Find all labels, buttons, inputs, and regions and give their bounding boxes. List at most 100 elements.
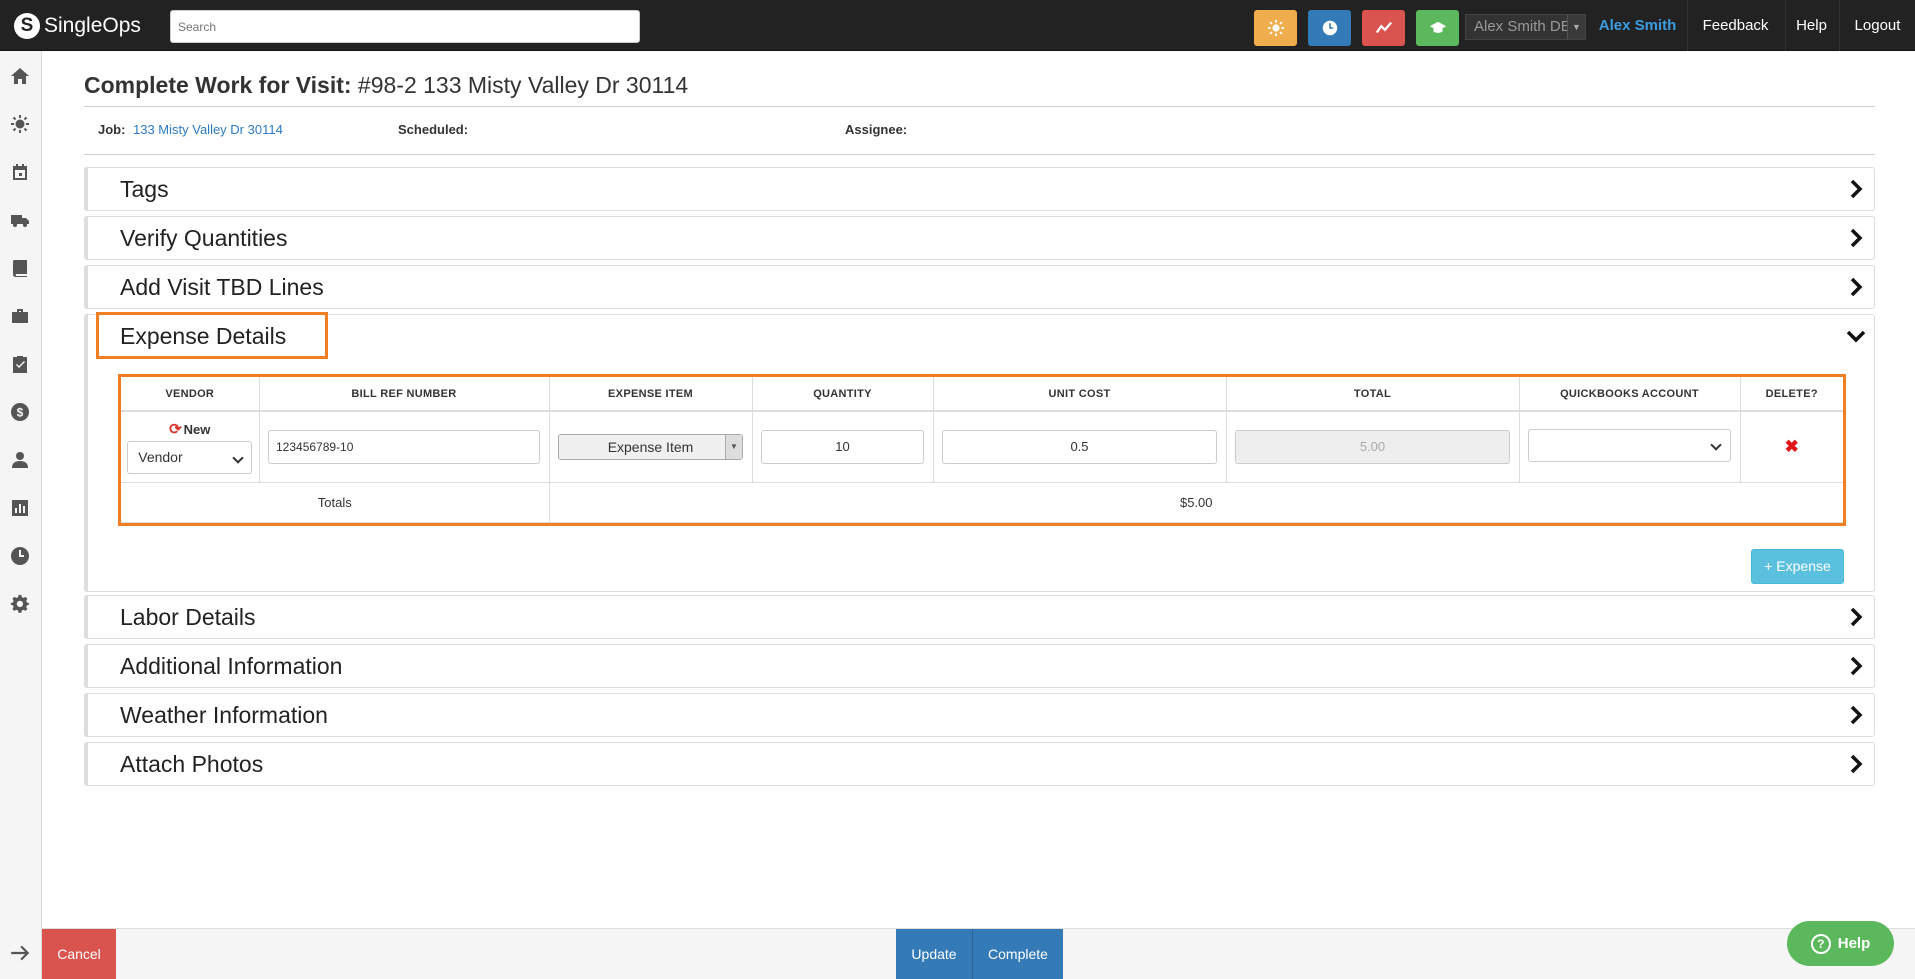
chevron-right-icon — [1850, 228, 1863, 248]
sun-icon[interactable] — [9, 113, 31, 135]
scheduled-label: Scheduled: — [398, 122, 469, 137]
book-icon[interactable] — [9, 257, 31, 279]
chevron-right-icon — [1850, 607, 1863, 627]
col-vendor: VENDOR — [121, 377, 260, 412]
panel-title: Add Visit TBD Lines — [120, 274, 324, 300]
singleops-logo-icon: S — [14, 13, 40, 39]
panel-weather-information[interactable]: Weather Information — [84, 693, 1875, 737]
bill-ref-input[interactable]: 123456789-10 — [268, 430, 540, 464]
clipboard-check-icon[interactable] — [9, 353, 31, 375]
unit-cost-cell: 0.5 — [933, 411, 1227, 483]
chevron-right-icon — [1850, 277, 1863, 297]
col-unit-cost: UNIT COST — [933, 377, 1227, 412]
chevron-right-icon — [1850, 705, 1863, 725]
expense-item-value: Expense Item — [607, 439, 694, 455]
delete-cell: ✖ — [1740, 411, 1843, 483]
refresh-icon: ⟳ — [169, 421, 182, 438]
panel-title: Weather Information — [120, 702, 328, 728]
unit-cost-input[interactable]: 0.5 — [942, 430, 1217, 464]
col-total: TOTAL — [1226, 377, 1520, 412]
app-name: SingleOps — [44, 14, 141, 37]
chevron-down-icon: ▼ — [725, 435, 742, 459]
panel-title: Labor Details — [120, 604, 256, 630]
truck-icon[interactable] — [9, 209, 31, 231]
col-bill-ref: BILL REF NUMBER — [259, 377, 550, 412]
table-row: ⟳ New Vendor 123456789-10 Expense Item ▼ … — [121, 411, 1843, 483]
new-vendor-link[interactable]: ⟳ New — [121, 420, 259, 438]
sun-icon — [1267, 19, 1284, 37]
new-vendor-label: New — [183, 422, 211, 437]
visit-info-row: Job: 133 Misty Valley Dr 30114 Scheduled… — [84, 106, 1875, 155]
col-quantity: QUANTITY — [752, 377, 934, 412]
quickbooks-cell — [1519, 411, 1741, 483]
totals-row: Totals $5.00 — [121, 482, 1843, 523]
calendar-icon[interactable] — [9, 161, 31, 183]
weather-button[interactable] — [1254, 10, 1297, 46]
chevron-right-icon — [1850, 656, 1863, 676]
app-logo[interactable]: S SingleOps — [14, 12, 141, 40]
vendor-select[interactable]: Vendor — [127, 441, 253, 474]
expense-item-cell: Expense Item ▼ — [549, 411, 753, 483]
trend-icon — [1375, 21, 1392, 34]
total-input: 5.00 — [1235, 430, 1510, 464]
action-footer: Cancel Update Complete — [42, 928, 1915, 979]
update-button[interactable]: Update — [896, 929, 973, 979]
panel-labor-details[interactable]: Labor Details — [84, 595, 1875, 639]
dollar-icon[interactable]: $ — [9, 401, 31, 423]
help-widget-button[interactable]: ? Help — [1787, 921, 1894, 966]
delete-icon[interactable]: ✖ — [1785, 437, 1799, 456]
question-icon: ? — [1810, 933, 1831, 954]
svg-text:$: $ — [17, 406, 24, 420]
col-quickbooks-account: QUICKBOOKS ACCOUNT — [1519, 377, 1741, 412]
chevron-down-icon[interactable] — [1846, 326, 1866, 346]
panel-attach-photos[interactable]: Attach Photos — [84, 742, 1875, 786]
graduation-cap-icon — [1429, 21, 1446, 33]
cancel-button[interactable]: Cancel — [42, 929, 116, 979]
top-navbar: S SingleOps Alex Smith DE ▼ Alex Smith F… — [0, 0, 1915, 51]
logout-link[interactable]: Logout — [1839, 0, 1915, 51]
quantity-input[interactable]: 10 — [761, 430, 924, 464]
timesheet-button[interactable] — [1308, 10, 1351, 46]
col-delete: DELETE? — [1740, 377, 1843, 412]
sidebar: $ — [0, 51, 42, 979]
user-icon[interactable] — [9, 449, 31, 471]
job-label: Job: — [98, 122, 126, 137]
panel-title: Tags — [120, 176, 169, 202]
expand-sidebar-icon[interactable] — [9, 942, 31, 964]
briefcase-icon[interactable] — [9, 305, 31, 327]
quantity-cell: 10 — [752, 411, 934, 483]
home-icon[interactable] — [9, 65, 31, 87]
reports-button[interactable] — [1362, 10, 1405, 46]
user-name-link[interactable]: Alex Smith — [1590, 0, 1685, 51]
totals-value: $5.00 — [549, 482, 1843, 523]
panel-additional-information[interactable]: Additional Information — [84, 644, 1875, 688]
bar-chart-icon[interactable] — [9, 497, 31, 519]
panel-title[interactable]: Expense Details — [120, 323, 286, 350]
expense-item-select[interactable]: Expense Item ▼ — [558, 434, 743, 460]
panel-verify-quantities[interactable]: Verify Quantities — [84, 216, 1875, 260]
training-button[interactable] — [1416, 10, 1459, 46]
panel-tags[interactable]: Tags — [84, 167, 1875, 211]
bill-ref-cell: 123456789-10 — [259, 411, 550, 483]
help-link[interactable]: Help — [1785, 0, 1837, 51]
page-title-value: #98-2 133 Misty Valley Dr 30114 — [357, 72, 689, 98]
quickbooks-account-select[interactable] — [1528, 429, 1731, 462]
job-link[interactable]: 133 Misty Valley Dr 30114 — [133, 122, 283, 137]
complete-button[interactable]: Complete — [973, 929, 1063, 979]
chevron-right-icon — [1850, 179, 1863, 199]
page-title: Complete Work for Visit: #98-2 133 Misty… — [84, 72, 688, 99]
expense-table: VENDOR BILL REF NUMBER EXPENSE ITEM QUAN… — [118, 374, 1846, 526]
panel-add-visit-tbd-lines[interactable]: Add Visit TBD Lines — [84, 265, 1875, 309]
add-expense-button[interactable]: + Expense — [1751, 549, 1844, 584]
panel-expense-details: Expense Details VENDOR BILL REF NUMBER E… — [84, 312, 1875, 592]
feedback-link[interactable]: Feedback — [1687, 0, 1783, 51]
chevron-down-icon: ▼ — [1567, 15, 1585, 39]
panel-title: Verify Quantities — [120, 225, 288, 251]
total-cell: 5.00 — [1226, 411, 1520, 483]
search-input[interactable] — [170, 10, 640, 43]
clock-icon[interactable] — [9, 545, 31, 567]
user-select-value: Alex Smith DE — [1474, 18, 1571, 35]
clock-icon — [1322, 20, 1337, 36]
user-location-select[interactable]: Alex Smith DE ▼ — [1465, 14, 1586, 40]
gear-icon[interactable] — [9, 593, 31, 615]
